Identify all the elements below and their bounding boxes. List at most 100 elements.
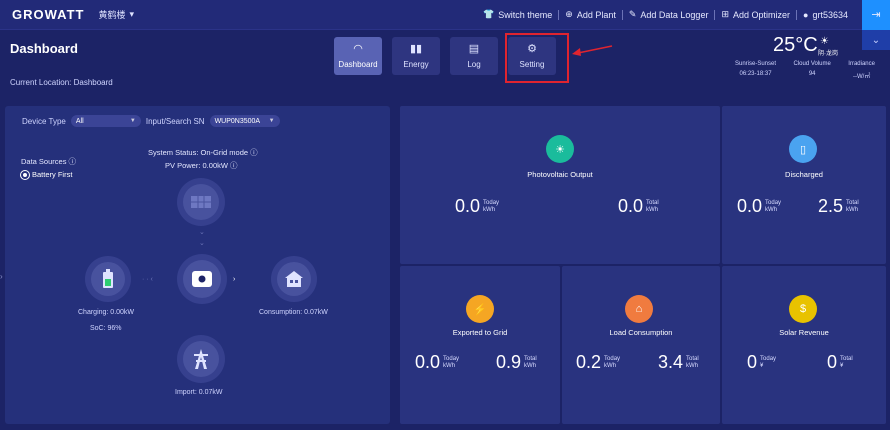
discharged-total-metric: 2.5 Total kWh xyxy=(818,197,859,215)
flow-dots: · · ‹ xyxy=(142,276,153,283)
cloud-sun-icon: ☀ xyxy=(820,36,829,47)
inverter-node xyxy=(177,254,227,304)
chevron-down-icon: ⌄ xyxy=(871,34,881,46)
theme-icon: 👕 xyxy=(483,9,495,19)
bar-chart-icon: ▮▮ xyxy=(409,42,423,55)
discharged-today-metric: 0.0 Today kWh xyxy=(737,197,781,215)
sn-search-select[interactable]: WUP0N3500A ▼ xyxy=(209,115,280,127)
exported-total-value: 0.9 xyxy=(496,352,522,372)
pv-today-metric: 0.0 Today kWh xyxy=(455,197,499,215)
tab-setting[interactable]: ⚙ Setting xyxy=(508,37,556,75)
battery-node xyxy=(85,256,131,302)
irradiance-label: Irradiance xyxy=(848,61,875,67)
username: grt53634 xyxy=(812,9,848,20)
gear-icon: ⚙ xyxy=(527,42,537,55)
load-today-value: 0.2 xyxy=(576,352,602,372)
plant-name: 黄鹤楼 xyxy=(98,10,126,20)
charging-value: Charging: 0.00kW xyxy=(78,309,135,316)
exported-total-metric: 0.9 Total kWh xyxy=(496,353,537,371)
irradiance-value: --W/㎡ xyxy=(852,74,871,80)
weather-desc: 阴·龙岗 xyxy=(818,51,838,57)
expand-side-icon[interactable]: › xyxy=(0,272,3,281)
user-menu[interactable]: ● grt53634 xyxy=(797,10,854,20)
pv-output-title: Photovoltaic Output xyxy=(527,170,593,179)
logout-button[interactable]: ⇥ xyxy=(862,0,890,30)
sunrise-sunset-label: Sunrise-Sunset xyxy=(735,61,777,67)
load-today-metric: 0.2 Today kWh xyxy=(576,353,620,371)
tab-setting-label: Setting xyxy=(519,59,545,69)
caret-down-icon: ▼ xyxy=(129,118,136,124)
flow-chevron-right: › xyxy=(233,276,236,283)
logger-icon: ✎ xyxy=(628,9,637,19)
unit-label: kWh xyxy=(686,362,699,369)
add-plant-link[interactable]: ⊕ Add Plant xyxy=(559,9,622,20)
solar-panel-icon xyxy=(191,196,211,208)
tab-energy-label: Energy xyxy=(403,59,429,69)
tab-log-label: Log xyxy=(467,59,481,69)
discharged-total-value: 2.5 xyxy=(818,196,844,216)
device-type-select[interactable]: All ▼ xyxy=(70,115,141,127)
revenue-today-value: 0 xyxy=(747,352,758,372)
unit-label: ¥ xyxy=(840,362,844,369)
unit-label: kWh xyxy=(524,362,537,369)
tab-energy[interactable]: ▮▮ Energy xyxy=(392,37,440,75)
growatt-logo[interactable]: GROWATT xyxy=(12,7,84,22)
cloud-volume-value: 94 xyxy=(808,71,816,77)
data-sources-label: Data Sources ⓘ xyxy=(21,157,77,166)
power-tower-icon xyxy=(194,349,208,369)
gauge-icon: ◠ xyxy=(353,42,363,55)
revenue-today-metric: 0 Today ¥ xyxy=(747,353,776,371)
grid-export-icon: ⚡ xyxy=(466,295,494,323)
add-optimizer-link[interactable]: ⊞ Add Optimizer xyxy=(715,9,796,20)
total-label: Total xyxy=(686,355,699,362)
sun-icon: ☀ xyxy=(546,135,574,163)
load-total-metric: 3.4 Total kWh xyxy=(658,353,699,371)
collapse-toggle-button[interactable]: ⌄ xyxy=(862,30,890,50)
revenue-title: Solar Revenue xyxy=(779,328,829,337)
today-label: Today xyxy=(604,355,621,362)
exported-card: ⚡ Exported to Grid 0.0 Today kWh 0.9 Tota… xyxy=(400,266,560,424)
load-total-value: 3.4 xyxy=(658,352,684,372)
device-type-value: All xyxy=(75,117,84,125)
unit-label: kWh xyxy=(604,362,617,369)
plus-circle-icon: ⊕ xyxy=(565,9,573,19)
switch-theme-link[interactable]: 👕 Switch theme xyxy=(477,9,558,20)
page-title: Dashboard xyxy=(10,41,78,56)
flow-chevron-down: ⌄ xyxy=(199,240,205,247)
exported-today-metric: 0.0 Today kWh xyxy=(415,353,459,371)
battery-charge-icon: ▯ xyxy=(789,135,817,163)
house-icon xyxy=(285,271,303,287)
breadcrumb: Current Location: Dashboard xyxy=(10,78,113,87)
battery-first-option[interactable]: Battery First xyxy=(21,170,72,179)
home-icon: ⌂ xyxy=(625,295,653,323)
sn-search-label: Input/Search SN xyxy=(145,116,205,126)
tab-dashboard[interactable]: ◠ Dashboard xyxy=(334,37,382,75)
tab-log[interactable]: ▤ Log xyxy=(450,37,498,75)
log-icon: ▤ xyxy=(468,42,480,55)
unit-label: kWh xyxy=(765,206,778,213)
discharged-today-value: 0.0 xyxy=(737,196,763,216)
load-title: Load Consumption xyxy=(609,328,673,337)
exported-title: Exported to Grid xyxy=(452,328,508,337)
caret-down-icon: ▼ xyxy=(268,118,275,124)
grid-node xyxy=(177,335,225,383)
revenue-total-metric: 0 Total ¥ xyxy=(827,353,853,371)
unit-label: kWh xyxy=(846,206,859,213)
solar-revenue-card: $ Solar Revenue 0 Today ¥ 0 Total ¥ xyxy=(722,266,886,424)
total-label: Total xyxy=(524,355,537,362)
sn-search-value: WUP0N3500A xyxy=(214,117,261,125)
plant-select[interactable]: 黄鹤楼 ▾ xyxy=(98,8,134,21)
today-label: Today xyxy=(765,199,782,206)
pv-today-value: 0.0 xyxy=(455,196,481,216)
sunrise-sunset-value: 06:23-18:37 xyxy=(739,71,772,77)
pv-total-metric: 0.0 Total kWh xyxy=(618,197,659,215)
add-data-logger-link[interactable]: ✎ Add Data Logger xyxy=(623,9,715,20)
import-value: Import: 0.07kW xyxy=(175,389,223,396)
pv-total-value: 0.0 xyxy=(618,196,644,216)
device-type-label: Device Type xyxy=(22,116,66,126)
home-node xyxy=(271,256,317,302)
total-label: Total xyxy=(840,355,853,362)
load-consumption-card: ⌂ Load Consumption 0.2 Today kWh 3.4 Tota… xyxy=(562,266,720,424)
total-label: Total xyxy=(646,199,659,206)
pv-power: PV Power: 0.00kW ⓘ xyxy=(165,161,238,170)
